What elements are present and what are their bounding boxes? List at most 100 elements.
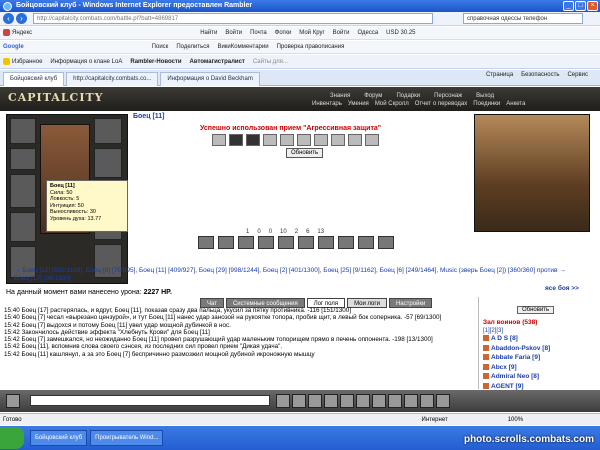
action-icon[interactable] bbox=[278, 236, 294, 249]
search-input[interactable]: справочная одессы телефон bbox=[463, 13, 583, 24]
wiki-comments-button[interactable]: ВикиКомментарии bbox=[217, 44, 268, 50]
tab-info[interactable]: Информация о David Beckham bbox=[160, 71, 260, 86]
nav-skills[interactable]: Умения bbox=[348, 101, 369, 107]
security-menu[interactable]: Безопасность bbox=[521, 72, 559, 78]
start-button[interactable] bbox=[0, 427, 24, 449]
action-icon[interactable] bbox=[378, 236, 394, 249]
fighters-list[interactable]: → Боец [12] [592/1189], Боец [8] [76/895… bbox=[14, 267, 574, 283]
battle-message: Успешно использован прием "Агрессивная з… bbox=[200, 125, 382, 132]
filter-icon[interactable] bbox=[308, 394, 322, 408]
nav-scroll[interactable]: Мой Скролл bbox=[375, 101, 409, 107]
technique-icon[interactable] bbox=[297, 134, 311, 146]
nav-character[interactable]: Персонаж bbox=[434, 93, 462, 99]
minimize-button[interactable]: _ bbox=[563, 1, 574, 11]
gloves-slot[interactable] bbox=[94, 148, 122, 178]
tools-menu[interactable]: Сервис bbox=[567, 72, 588, 78]
weapon-slot[interactable] bbox=[10, 174, 36, 208]
action-icon[interactable] bbox=[338, 236, 354, 249]
favorite-link[interactable]: Сайты для... bbox=[253, 59, 288, 65]
taskbar-item[interactable]: Проигрыватель Wind... bbox=[90, 430, 164, 446]
technique-icon[interactable] bbox=[212, 134, 226, 146]
my-circle-button[interactable]: Мой Круг bbox=[299, 30, 324, 36]
technique-icon[interactable] bbox=[314, 134, 328, 146]
address-input[interactable]: http://capitalcity.combats.com/battle.pl… bbox=[33, 13, 433, 24]
mail-button[interactable]: Почта bbox=[250, 30, 267, 36]
nav-gifts[interactable]: Подарки bbox=[396, 93, 420, 99]
window-title-bar: Бойцовский клуб - Windows Internet Explo… bbox=[0, 0, 600, 12]
technique-icon[interactable] bbox=[365, 134, 379, 146]
action-icon[interactable] bbox=[258, 236, 274, 249]
favorites-button[interactable]: Избранное bbox=[3, 57, 42, 65]
technique-icon[interactable] bbox=[246, 134, 260, 146]
taskbar-item[interactable]: Бойцовский клуб bbox=[30, 430, 88, 446]
action-icon[interactable] bbox=[298, 236, 314, 249]
player-item[interactable]: Abbate Faria [9] bbox=[483, 353, 596, 363]
find-button[interactable]: Найти bbox=[200, 30, 217, 36]
clan-icon bbox=[483, 363, 489, 370]
technique-icon[interactable] bbox=[280, 134, 294, 146]
helmet-slot[interactable] bbox=[10, 118, 36, 144]
tab-capitalcity[interactable]: http://capitalcity.combats.co... bbox=[66, 71, 159, 86]
player-item[interactable]: A D S [8] bbox=[483, 334, 596, 344]
friends-icon[interactable] bbox=[388, 394, 402, 408]
action-icon[interactable] bbox=[198, 236, 214, 249]
login2-button[interactable]: Войти bbox=[333, 30, 350, 36]
refresh-button[interactable]: Обновить bbox=[286, 148, 324, 158]
action-icon[interactable] bbox=[358, 236, 374, 249]
technique-icon[interactable] bbox=[229, 134, 243, 146]
login-button[interactable]: Войти bbox=[225, 30, 242, 36]
close-button[interactable]: × bbox=[587, 1, 598, 11]
favorite-link[interactable]: Rambler-Новости bbox=[130, 59, 181, 65]
amulet-slot[interactable] bbox=[10, 148, 36, 170]
nav-inventory[interactable]: Инвентарь bbox=[312, 101, 342, 107]
fighter-title[interactable]: Боец [11] bbox=[133, 113, 165, 120]
settings-icon[interactable] bbox=[340, 394, 354, 408]
nav-forum[interactable]: Форум bbox=[364, 93, 382, 99]
action-icon[interactable] bbox=[218, 236, 234, 249]
damage-label: На данный момент вами нанесено урона: bbox=[6, 289, 142, 296]
technique-icon[interactable] bbox=[263, 134, 277, 146]
nav-profile[interactable]: Анкета bbox=[506, 101, 525, 107]
tab-combats[interactable]: Бойцовский клуб bbox=[3, 71, 65, 86]
action-icon[interactable] bbox=[238, 236, 254, 249]
nav-fights[interactable]: Поединки bbox=[473, 101, 500, 107]
nav-exit[interactable]: Выход bbox=[476, 93, 494, 99]
translit-icon[interactable] bbox=[324, 394, 338, 408]
maximize-button[interactable]: □ bbox=[575, 1, 586, 11]
armor-slot[interactable] bbox=[10, 212, 36, 242]
exit-icon[interactable] bbox=[436, 394, 450, 408]
photos-button[interactable]: Фотки bbox=[275, 30, 292, 36]
nav-transfers[interactable]: Отчет о переводах bbox=[415, 101, 468, 107]
sidebar-refresh-button[interactable]: Обновить bbox=[517, 306, 555, 314]
page-menu[interactable]: Страница bbox=[486, 72, 513, 78]
clear-icon[interactable] bbox=[292, 394, 306, 408]
smile-icon[interactable] bbox=[6, 394, 20, 408]
share-button[interactable]: Поделиться bbox=[176, 44, 209, 50]
counter-dodge: 0 bbox=[268, 229, 273, 235]
player-item[interactable]: Admiral Neo [8] bbox=[483, 372, 596, 382]
player-item[interactable]: Abaddon-Pskov [8] bbox=[483, 344, 596, 354]
next-fight-link[interactable]: ясе боя >> bbox=[545, 285, 579, 292]
action-icon[interactable] bbox=[318, 236, 334, 249]
send-icon[interactable] bbox=[276, 394, 290, 408]
favorite-link[interactable]: Информация о клане LoA bbox=[50, 59, 122, 65]
clan-icon bbox=[483, 382, 489, 389]
chat-input[interactable] bbox=[30, 395, 270, 406]
help-icon[interactable] bbox=[420, 394, 434, 408]
technique-icon[interactable] bbox=[348, 134, 362, 146]
google-search-button[interactable]: Поиск bbox=[152, 44, 169, 50]
technique-icon[interactable] bbox=[331, 134, 345, 146]
window-controls: _ □ × bbox=[562, 1, 598, 11]
nav-knowledge[interactable]: Знания bbox=[330, 93, 350, 99]
zoom-text[interactable]: 100% bbox=[508, 414, 523, 426]
mail-icon[interactable] bbox=[404, 394, 418, 408]
yandex-logo[interactable]: Яндекс bbox=[3, 29, 32, 37]
earring-slot[interactable] bbox=[94, 118, 122, 144]
map-icon[interactable] bbox=[356, 394, 370, 408]
forward-icon[interactable]: › bbox=[16, 13, 27, 24]
player-item[interactable]: Abcx [9] bbox=[483, 363, 596, 373]
spellcheck-button[interactable]: Проверка правописания bbox=[277, 44, 345, 50]
inventory-icon[interactable] bbox=[372, 394, 386, 408]
favorite-link[interactable]: Автомагистралист bbox=[190, 59, 245, 65]
back-icon[interactable]: ‹ bbox=[3, 13, 14, 24]
